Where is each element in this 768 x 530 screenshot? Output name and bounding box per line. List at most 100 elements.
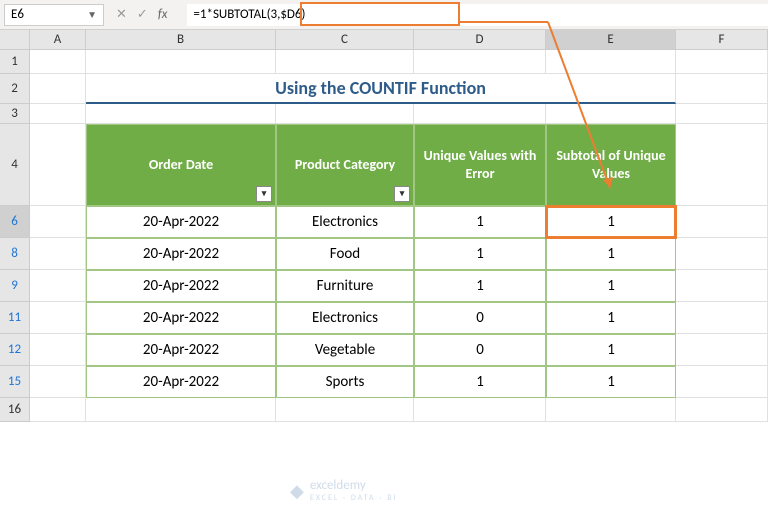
cell-B3[interactable] xyxy=(86,104,276,124)
row-header-1[interactable]: 1 xyxy=(0,50,30,74)
cell-B15[interactable]: 20-Apr-2022 xyxy=(86,366,276,398)
header-subtotal[interactable]: Subtotal of Unique Values xyxy=(546,124,676,206)
cell-F3[interactable] xyxy=(676,104,768,124)
cell-A16[interactable] xyxy=(30,398,86,422)
col-header-E[interactable]: E xyxy=(546,30,676,50)
cell-D15[interactable]: 1 xyxy=(414,366,546,398)
select-all-corner[interactable] xyxy=(0,30,30,50)
cell-C11[interactable]: Electronics xyxy=(276,302,414,334)
cell-C16[interactable] xyxy=(276,398,414,422)
header-product-category[interactable]: Product Category ▾ xyxy=(276,124,414,206)
row-header-9[interactable]: 9 xyxy=(0,270,30,302)
header-unique-values-label: Unique Values with Error xyxy=(419,147,541,183)
row-header-12[interactable]: 12 xyxy=(0,334,30,366)
cell-E15[interactable]: 1 xyxy=(546,366,676,398)
watermark: ◆ exceldemy EXCEL · DATA · BI xyxy=(290,478,398,503)
cell-D6[interactable]: 1 xyxy=(414,206,546,238)
cell-F15[interactable] xyxy=(676,366,768,398)
cell-B12[interactable]: 20-Apr-2022 xyxy=(86,334,276,366)
cell-B9[interactable]: 20-Apr-2022 xyxy=(86,270,276,302)
cell-D3[interactable] xyxy=(414,104,546,124)
row-header-6[interactable]: 6 xyxy=(0,206,30,238)
header-unique-values[interactable]: Unique Values with Error xyxy=(414,124,546,206)
column-headers: A B C D E F xyxy=(30,30,768,50)
col-header-A[interactable]: A xyxy=(30,30,86,50)
cancel-icon[interactable]: ✕ xyxy=(116,7,127,22)
cell-F8[interactable] xyxy=(676,238,768,270)
cell-B1[interactable] xyxy=(86,50,276,74)
filter-button-category[interactable]: ▾ xyxy=(394,186,410,202)
cell-E16[interactable] xyxy=(546,398,676,422)
cell-D1[interactable] xyxy=(414,50,546,74)
cells-area: Using the COUNTIF Function Order Date ▾ … xyxy=(30,50,768,422)
cell-C6[interactable]: Electronics xyxy=(276,206,414,238)
cell-A3[interactable] xyxy=(30,104,86,124)
col-header-C[interactable]: C xyxy=(276,30,414,50)
watermark-sub: EXCEL · DATA · BI xyxy=(310,493,398,503)
filter-button-order-date[interactable]: ▾ xyxy=(256,186,272,202)
cell-E6-selected[interactable]: 1 xyxy=(546,206,676,238)
cell-A2[interactable] xyxy=(30,74,86,104)
cell-C12[interactable]: Vegetable xyxy=(276,334,414,366)
header-order-date[interactable]: Order Date ▾ xyxy=(86,124,276,206)
cell-F16[interactable] xyxy=(676,398,768,422)
cell-C9[interactable]: Furniture xyxy=(276,270,414,302)
cell-E1[interactable] xyxy=(546,50,676,74)
cell-A1[interactable] xyxy=(30,50,86,74)
filter-icon: ▾ xyxy=(400,188,405,200)
row-header-2[interactable]: 2 xyxy=(0,74,30,104)
cell-F9[interactable] xyxy=(676,270,768,302)
cell-F11[interactable] xyxy=(676,302,768,334)
cell-C3[interactable] xyxy=(276,104,414,124)
title-cell[interactable]: Using the COUNTIF Function xyxy=(86,74,676,104)
formula-text: =1*SUBTOTAL(3,$D6) xyxy=(193,7,305,22)
cell-E3[interactable] xyxy=(546,104,676,124)
cell-A15[interactable] xyxy=(30,366,86,398)
grid-container: A B C D E F 1 2 3 4 6 8 9 11 12 15 16 xyxy=(0,30,768,530)
cell-E8[interactable]: 1 xyxy=(546,238,676,270)
cell-D8[interactable]: 1 xyxy=(414,238,546,270)
cell-B16[interactable] xyxy=(86,398,276,422)
row-header-11[interactable]: 11 xyxy=(0,302,30,334)
cell-F6[interactable] xyxy=(676,206,768,238)
cell-D11[interactable]: 0 xyxy=(414,302,546,334)
cell-A6[interactable] xyxy=(30,206,86,238)
cell-D12[interactable]: 0 xyxy=(414,334,546,366)
cell-B6[interactable]: 20-Apr-2022 xyxy=(86,206,276,238)
name-box[interactable]: E6 ▼ xyxy=(4,4,104,26)
col-header-B[interactable]: B xyxy=(86,30,276,50)
enter-icon[interactable]: ✓ xyxy=(137,7,148,22)
name-box-dropdown-icon[interactable]: ▼ xyxy=(87,8,97,21)
cell-C8[interactable]: Food xyxy=(276,238,414,270)
row-header-15[interactable]: 15 xyxy=(0,366,30,398)
cell-A8[interactable] xyxy=(30,238,86,270)
filter-icon: ▾ xyxy=(262,188,267,200)
cell-F2[interactable] xyxy=(676,74,768,104)
cell-A4[interactable] xyxy=(30,124,86,206)
cell-A9[interactable] xyxy=(30,270,86,302)
cell-B8[interactable]: 20-Apr-2022 xyxy=(86,238,276,270)
header-subtotal-label: Subtotal of Unique Values xyxy=(551,147,671,183)
cell-E9[interactable]: 1 xyxy=(546,270,676,302)
cell-A12[interactable] xyxy=(30,334,86,366)
row-header-8[interactable]: 8 xyxy=(0,238,30,270)
formula-input[interactable]: =1*SUBTOTAL(3,$D6) xyxy=(187,4,768,26)
cell-F12[interactable] xyxy=(676,334,768,366)
row-header-16[interactable]: 16 xyxy=(0,398,30,422)
cell-D9[interactable]: 1 xyxy=(414,270,546,302)
cell-C15[interactable]: Sports xyxy=(276,366,414,398)
row-headers: 1 2 3 4 6 8 9 11 12 15 16 xyxy=(0,50,30,422)
cell-B11[interactable]: 20-Apr-2022 xyxy=(86,302,276,334)
col-header-D[interactable]: D xyxy=(414,30,546,50)
cell-A11[interactable] xyxy=(30,302,86,334)
col-header-F[interactable]: F xyxy=(676,30,768,50)
cell-F4[interactable] xyxy=(676,124,768,206)
cell-F1[interactable] xyxy=(676,50,768,74)
cell-E12[interactable]: 1 xyxy=(546,334,676,366)
cell-D16[interactable] xyxy=(414,398,546,422)
cell-E11[interactable]: 1 xyxy=(546,302,676,334)
row-header-3[interactable]: 3 xyxy=(0,104,30,124)
row-header-4[interactable]: 4 xyxy=(0,124,30,206)
cell-C1[interactable] xyxy=(276,50,414,74)
fx-icon[interactable]: fx xyxy=(158,7,168,22)
